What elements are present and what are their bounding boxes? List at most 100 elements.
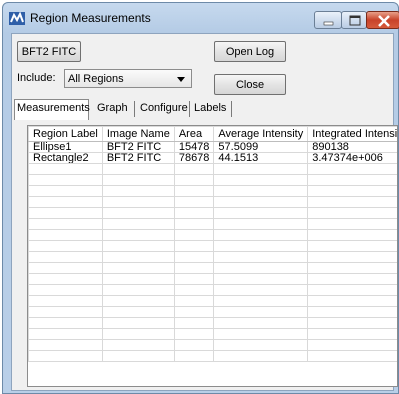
empty-table-row[interactable] xyxy=(28,273,397,285)
minimize-icon xyxy=(323,21,334,26)
tab-labels-label: Labels xyxy=(194,102,227,114)
table-cell xyxy=(28,339,103,351)
open-log-button[interactable]: Open Log xyxy=(214,41,286,62)
empty-table-row[interactable] xyxy=(28,339,397,351)
table-cell xyxy=(213,350,309,362)
table-cell xyxy=(101,218,175,230)
table-cell xyxy=(28,284,103,296)
table-cell xyxy=(173,185,215,197)
tab-labels[interactable]: Labels xyxy=(194,102,226,120)
table-row[interactable]: Rectangle2 BFT2 FITC 78678 44.1513 3.47374e+… xyxy=(28,152,397,164)
table-cell xyxy=(28,196,103,208)
table-cell xyxy=(213,229,309,241)
table-cell xyxy=(101,350,175,362)
measurements-table[interactable]: Region Label Image Name Area Average Int… xyxy=(27,125,398,387)
empty-table-row[interactable] xyxy=(28,174,397,186)
table-cell xyxy=(307,306,397,318)
table-cell xyxy=(28,207,103,219)
table-cell xyxy=(173,251,215,263)
table-cell xyxy=(173,174,215,186)
table-cell xyxy=(101,339,175,351)
table-cell xyxy=(173,262,215,274)
table-cell xyxy=(28,229,103,241)
empty-table-row[interactable] xyxy=(28,251,397,263)
table-row[interactable]: Ellipse1 BFT2 FITC 15478 57.5099 890138 xyxy=(28,141,397,153)
table-cell xyxy=(101,295,175,307)
table-cell xyxy=(307,174,397,186)
chevron-down-icon xyxy=(177,77,185,82)
column-header[interactable]: Integrated Intensity xyxy=(307,126,397,142)
empty-table-row[interactable] xyxy=(28,229,397,241)
empty-table-row[interactable] xyxy=(28,196,397,208)
table-cell xyxy=(173,196,215,208)
empty-table-row[interactable] xyxy=(28,306,397,318)
table-cell xyxy=(307,295,397,307)
column-header[interactable]: Image Name xyxy=(101,126,175,142)
table-cell xyxy=(28,240,103,252)
table-cell xyxy=(28,350,103,362)
include-dropdown[interactable]: All Regions xyxy=(64,69,192,88)
column-header[interactable]: Region Label xyxy=(28,126,103,142)
table-cell xyxy=(28,163,103,175)
column-header[interactable]: Average Intensity xyxy=(213,126,309,142)
table-cell xyxy=(213,306,309,318)
table-cell xyxy=(101,240,175,252)
empty-table-row[interactable] xyxy=(28,328,397,340)
table-cell xyxy=(28,328,103,340)
table-cell xyxy=(213,196,309,208)
tab-configure[interactable]: Configure xyxy=(140,102,188,120)
table-cell: 3.47374e+006 xyxy=(307,152,397,164)
empty-table-row[interactable] xyxy=(28,163,397,175)
table-cell xyxy=(213,328,309,340)
tab-graph-label: Graph xyxy=(97,102,128,114)
table-cell xyxy=(213,174,309,186)
table-cell xyxy=(173,328,215,340)
tab-graph[interactable]: Graph xyxy=(97,102,128,120)
table-cell: 78678 xyxy=(173,152,215,164)
column-header[interactable]: Area xyxy=(173,126,215,142)
table-cell xyxy=(307,251,397,263)
table-cell xyxy=(307,207,397,219)
empty-table-row[interactable] xyxy=(28,185,397,197)
table-cell xyxy=(307,196,397,208)
empty-table-row[interactable] xyxy=(28,218,397,230)
tab-separator xyxy=(134,101,135,117)
table-cell xyxy=(213,240,309,252)
table-cell xyxy=(213,339,309,351)
table-cell xyxy=(307,229,397,241)
empty-table-row[interactable] xyxy=(28,262,397,274)
table-cell xyxy=(101,306,175,318)
window-title: Region Measurements xyxy=(30,11,151,25)
include-label: Include: xyxy=(17,72,56,84)
tab-measurements[interactable]: Measurements xyxy=(14,99,90,120)
table-cell xyxy=(173,295,215,307)
table-cell xyxy=(101,207,175,219)
title-bar[interactable]: Region Measurements xyxy=(3,3,399,33)
table-cell xyxy=(173,218,215,230)
table-cell xyxy=(173,339,215,351)
close-button[interactable]: Close xyxy=(214,74,286,95)
table-cell xyxy=(173,306,215,318)
empty-table-row[interactable] xyxy=(28,295,397,307)
maximize-button[interactable] xyxy=(341,11,367,29)
minimize-button[interactable] xyxy=(314,11,342,29)
table-cell xyxy=(28,273,103,285)
table-cell xyxy=(28,251,103,263)
table-cell xyxy=(173,317,215,329)
empty-table-row[interactable] xyxy=(28,284,397,296)
measurements-icon xyxy=(9,12,25,25)
image-selector-button[interactable]: BFT2 FITC xyxy=(17,41,81,62)
table-cell xyxy=(307,328,397,340)
table-cell xyxy=(173,229,215,241)
empty-table-row[interactable] xyxy=(28,240,397,252)
table-cell xyxy=(101,284,175,296)
empty-table-row[interactable] xyxy=(28,350,397,362)
empty-table-row[interactable] xyxy=(28,317,397,329)
table-cell: BFT2 FITC xyxy=(101,141,175,153)
close-window-button[interactable] xyxy=(366,11,399,29)
table-cell xyxy=(101,196,175,208)
table-cell xyxy=(213,185,309,197)
table-cell xyxy=(101,328,175,340)
table-cell: 890138 xyxy=(307,141,397,153)
empty-table-row[interactable] xyxy=(28,207,397,219)
